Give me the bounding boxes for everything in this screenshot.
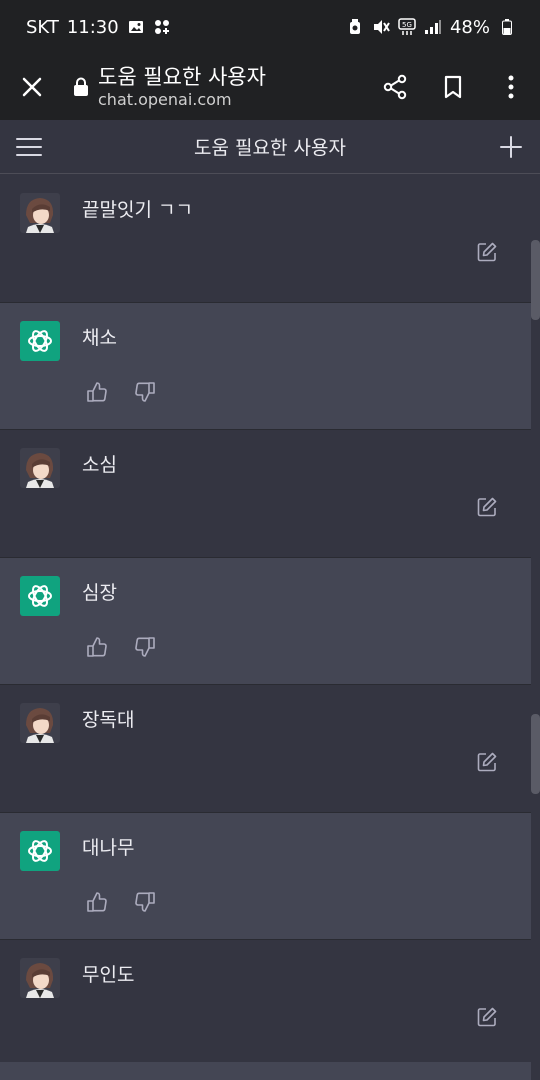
chat-header: 도움 필요한 사용자: [0, 120, 540, 174]
message-text: 장독대: [82, 709, 135, 731]
user-avatar: [20, 958, 60, 998]
battery-icon: [498, 18, 516, 36]
thumbs-down-button[interactable]: [132, 634, 158, 660]
bookmark-button[interactable]: [424, 54, 482, 120]
edit-icon: [477, 497, 497, 517]
message-assistant: 심장: [0, 557, 531, 685]
alarm-icon: [346, 18, 364, 36]
carrier-label: SKT: [26, 16, 59, 38]
close-icon: [22, 77, 42, 97]
assistant-avatar: [20, 320, 60, 361]
status-right: 5G 48%: [346, 17, 516, 38]
edit-button[interactable]: [476, 1006, 500, 1030]
address-bar[interactable]: 도움 필요한 사용자 chat.openai.com: [98, 64, 366, 110]
scrollbar-thumb-secondary[interactable]: [531, 714, 540, 794]
page-title: 도움 필요한 사용자: [98, 65, 266, 89]
message-text: 채소: [82, 326, 117, 349]
thumbs-up-icon: [87, 381, 107, 402]
feedback-buttons: [84, 379, 158, 405]
assistant-avatar: [20, 830, 60, 871]
plus-icon: [499, 135, 522, 158]
thumbs-up-icon: [87, 636, 107, 657]
thumbs-up-button[interactable]: [84, 889, 110, 915]
message-assistant: 채소: [0, 302, 531, 430]
thumbs-up-button[interactable]: [84, 634, 110, 660]
message-text: 심장: [82, 581, 117, 604]
assistant-avatar: [20, 575, 60, 616]
menu-icon: [16, 137, 42, 156]
user-avatar: [20, 193, 60, 233]
thumbs-up-button[interactable]: [84, 379, 110, 405]
status-left: SKT 11:30: [26, 17, 171, 38]
message-list: 끝말잇기 ㄱㄱ 채소 소심 심장 장독대 대나무 무인도: [0, 175, 531, 1068]
thumbs-down-icon: [135, 636, 155, 657]
message-user: 소심: [0, 430, 531, 558]
svg-text:5G: 5G: [402, 21, 412, 29]
edit-button[interactable]: [476, 496, 500, 520]
message-text: 무인도: [82, 964, 135, 986]
message-user: 무인도: [0, 940, 531, 1068]
game-icon: [153, 18, 171, 36]
browser-actions: [366, 54, 540, 120]
thumbs-down-icon: [135, 381, 155, 402]
more-vert-icon: [508, 75, 514, 99]
feedback-buttons: [84, 634, 158, 660]
user-avatar: [20, 448, 60, 488]
menu-button[interactable]: [0, 120, 58, 174]
message-user: 끝말잇기 ㄱㄱ: [0, 175, 531, 303]
edit-button[interactable]: [476, 751, 500, 775]
feedback-buttons: [84, 889, 158, 915]
chat-title: 도움 필요한 사용자: [194, 137, 346, 159]
edit-icon: [477, 242, 497, 262]
battery-label: 48%: [449, 16, 490, 38]
share-icon: [383, 74, 407, 100]
share-button[interactable]: [366, 54, 424, 120]
thumbs-down-button[interactable]: [132, 889, 158, 915]
close-button[interactable]: [0, 54, 64, 120]
bookmark-icon: [444, 75, 462, 99]
thumbs-down-button[interactable]: [132, 379, 158, 405]
edit-button[interactable]: [476, 241, 500, 265]
message-text: 끝말잇기 ㄱㄱ: [82, 199, 193, 221]
clock-label: 11:30: [66, 16, 119, 38]
status-bar: SKT 11:30 5G 48%: [0, 0, 540, 54]
message-text: 대나무: [82, 836, 135, 859]
browser-bar: 도움 필요한 사용자 chat.openai.com: [0, 54, 540, 120]
5g-icon: 5G: [398, 18, 416, 36]
message-assistant: 대나무: [0, 812, 531, 940]
edit-icon: [477, 1007, 497, 1027]
user-avatar: [20, 703, 60, 743]
edit-icon: [477, 752, 497, 772]
gallery-icon: [127, 18, 145, 36]
new-chat-button[interactable]: [482, 120, 540, 174]
page-url: chat.openai.com: [98, 90, 232, 109]
thumbs-up-icon: [87, 891, 107, 912]
message-user: 장독대: [0, 685, 531, 813]
scrollbar-thumb[interactable]: [531, 240, 540, 320]
openai-logo-icon: [28, 329, 52, 352]
lock-icon: [72, 54, 90, 120]
signal-icon: [424, 18, 442, 36]
thumbs-down-icon: [135, 891, 155, 912]
openai-logo-icon: [28, 839, 52, 862]
openai-logo-icon: [28, 584, 52, 607]
next-message-partial: [0, 1062, 531, 1080]
mute-icon: [372, 18, 390, 36]
more-options-button[interactable]: [482, 54, 540, 120]
message-text: 소심: [82, 454, 117, 476]
